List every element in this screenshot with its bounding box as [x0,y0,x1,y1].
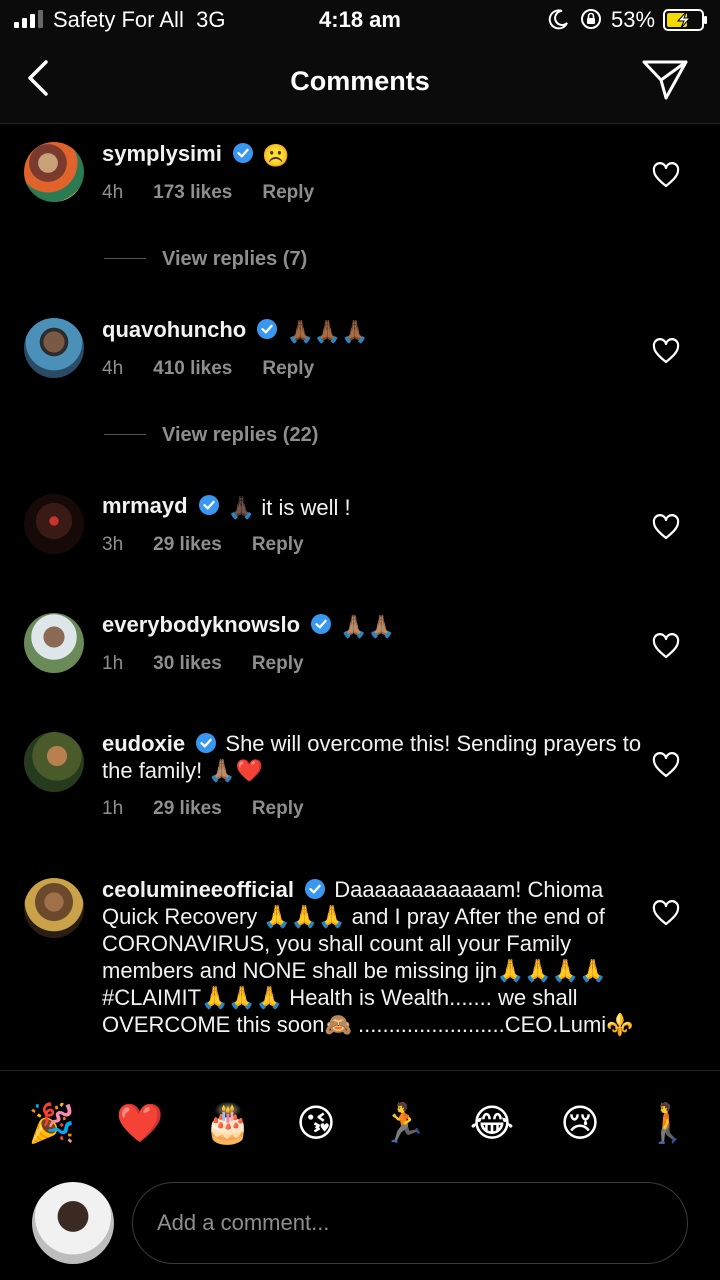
verified-badge-icon [305,879,326,899]
comment-username[interactable]: everybodyknowslo [102,612,300,637]
direct-share-icon[interactable] [640,56,690,102]
heart-icon[interactable] [652,900,680,926]
avatar[interactable] [24,318,84,378]
reply-button[interactable]: Reply [252,798,304,819]
avatar[interactable] [24,142,84,202]
header: Comments [0,40,720,124]
comment-meta: 3h 29 likes Reply [102,534,334,556]
battery-charging-icon [663,9,707,31]
comment-username[interactable]: quavohuncho [102,317,246,342]
comment-composer [0,1174,720,1280]
runner-emoji-button[interactable]: 🏃 [379,1099,429,1149]
comment-meta: 1h 29 likes Reply [102,798,334,820]
kiss-emoji-button[interactable]: 😘 [291,1099,341,1149]
divider [104,434,146,435]
likes-count[interactable]: 410 likes [153,358,232,379]
comment-time: 4h [102,358,124,379]
add-comment-input[interactable] [132,1182,688,1264]
comment-username[interactable]: symplysimi [102,141,222,166]
cake-emoji-button[interactable]: 🎂 [203,1099,253,1149]
comment-time: 1h [102,653,124,674]
view-replies-button[interactable]: View replies (7) [104,248,307,271]
view-replies-label: View replies (22) [162,424,319,446]
verified-badge-icon [232,143,253,163]
walking-emoji-button[interactable]: 🚶 [643,1099,693,1149]
avatar[interactable] [24,494,84,554]
comment-text: 🙏🏽🙏🏽 [340,614,396,639]
avatar[interactable] [24,613,84,673]
comment-username[interactable]: mrmayd [102,493,188,518]
comment-text: ☹️ [262,143,290,168]
verified-badge-icon [311,614,332,634]
comment-item: ceolumineeofficial Daaaaaaaaaaaam! Chiom… [0,860,720,1070]
view-replies-label: View replies (7) [162,248,308,270]
heart-icon[interactable] [652,633,680,659]
verified-badge-icon [198,495,219,515]
comment-meta: 4h 410 likes Reply [102,358,344,380]
comment-text: 🙏🏾🙏🏾🙏🏾 [286,319,369,344]
comment-time: 3h [102,534,124,555]
my-avatar[interactable] [32,1182,114,1264]
view-replies-button[interactable]: View replies (22) [104,424,318,447]
avatar[interactable] [24,878,84,938]
likes-count[interactable]: 29 likes [153,534,222,555]
comment-time: 1h [102,798,124,819]
rotation-lock-icon [581,9,601,29]
comment-username[interactable]: ceolumineeofficial [102,877,294,902]
page-title: Comments [290,66,430,96]
moon-icon [548,9,568,30]
heart-emoji-button[interactable]: ❤️ [115,1099,165,1149]
divider [104,258,146,259]
likes-count[interactable]: 30 likes [153,653,222,674]
avatar[interactable] [24,732,84,792]
reply-button[interactable]: Reply [252,534,304,555]
heart-icon[interactable] [652,752,680,778]
emoji-quick-bar: 🎉 ❤️ 🎂 😘 🏃 😂 😢 🚶 [0,1070,720,1174]
likes-count[interactable]: 29 likes [153,798,222,819]
heart-icon[interactable] [652,514,680,540]
likes-count[interactable]: 173 likes [153,182,232,203]
crying-emoji-button[interactable]: 😢 [555,1099,605,1149]
reply-button[interactable]: Reply [262,358,314,379]
laughing-emoji-button[interactable]: 😂 [467,1099,517,1149]
status-bar: Safety For All 3G 4:18 am 53% [0,0,720,40]
reply-button[interactable]: Reply [252,653,304,674]
reply-button[interactable]: Reply [262,182,314,203]
comment-username[interactable]: eudoxie [102,731,185,756]
heart-icon[interactable] [652,162,680,188]
comment-time: 4h [102,182,124,203]
party-popper-emoji-button[interactable]: 🎉 [27,1099,77,1149]
comment-meta: 1h 30 likes Reply [102,653,334,675]
verified-badge-icon [196,733,217,753]
verified-badge-icon [257,319,278,339]
comment-meta: 4h 173 likes Reply [102,182,344,204]
heart-icon[interactable] [652,338,680,364]
comment-text: 🙏🏿 it is well ! [227,495,351,520]
battery-percent: 53% [611,7,656,32]
